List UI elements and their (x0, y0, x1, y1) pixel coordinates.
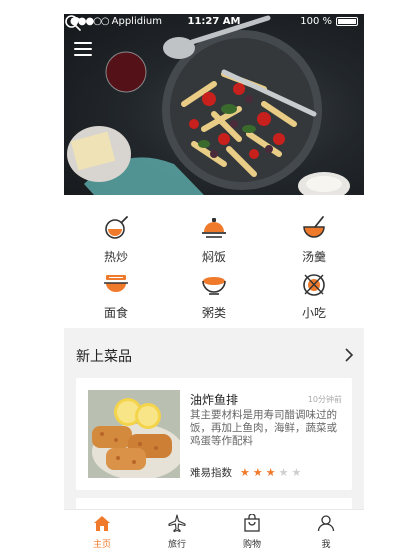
recipe-card[interactable]: 油炸鱼排 10分钟前 其主要材料是用寿司醋调味过的饭，再加上鱼肉，海鲜，蔬菜或鸡… (76, 378, 352, 490)
hero-food-illustration (67, 15, 350, 195)
tab-profile[interactable]: 我 (296, 514, 356, 548)
category-item-stir-fry[interactable]: 热炒 (76, 215, 156, 265)
noodles-icon (104, 275, 128, 292)
app-screen: ●●●○○ Applidium 11:27 AM 100 % 热炒 焖饭 汤羹 … (64, 14, 364, 548)
recipe-photo (88, 390, 180, 478)
tab-bar: 主页 旅行 购物 我 (64, 509, 364, 548)
star-empty-icon: ★ (291, 466, 302, 479)
new-dishes-header[interactable]: 新上菜品 (64, 338, 364, 376)
star-rating: ★ ★ ★ ★ ★ (240, 467, 301, 478)
tab-home[interactable]: 主页 (72, 514, 132, 548)
category-item-porridge[interactable]: 粥类 (174, 271, 254, 321)
rice-pot-icon (202, 218, 226, 238)
difficulty-rating: 难易指数 ★ ★ ★ ★ ★ (190, 465, 301, 480)
airplane-icon (168, 514, 186, 533)
menu-icon[interactable] (74, 42, 92, 56)
recipe-timestamp: 10分钟前 (307, 395, 342, 404)
tab-label: 旅行 (167, 540, 186, 548)
recipe-description: 其主要材料是用寿司醋调味过的饭，再加上鱼肉，海鲜，蔬菜或鸡蛋等作配料 (190, 409, 337, 447)
category-label: 小吃 (301, 306, 326, 320)
category-label: 面食 (103, 306, 128, 320)
battery-icon (336, 17, 358, 26)
shopping-bag-icon (244, 513, 260, 532)
difficulty-label: 难易指数 (190, 467, 232, 479)
category-item-noodles[interactable]: 面食 (76, 271, 156, 321)
category-item-snacks[interactable]: 小吃 (274, 271, 354, 321)
home-icon (94, 516, 110, 531)
category-grid: 热炒 焖饭 汤羹 面食 粥类 小吃 (64, 195, 364, 328)
tab-shopping[interactable]: 购物 (222, 513, 282, 548)
category-item-braised-rice[interactable]: 焖饭 (174, 215, 254, 265)
category-label: 热炒 (103, 250, 128, 264)
star-filled-icon: ★ (240, 466, 250, 479)
category-label: 焖饭 (201, 250, 226, 264)
tab-travel[interactable]: 旅行 (147, 514, 207, 548)
soup-icon (303, 216, 325, 238)
section-title: 新上菜品 (76, 349, 132, 365)
star-empty-icon: ★ (278, 466, 289, 479)
person-icon (317, 515, 335, 532)
category-item-soup[interactable]: 汤羹 (274, 215, 354, 265)
recipe-title: 油炸鱼排 (190, 393, 239, 407)
hero-banner-image[interactable]: ●●●○○ Applidium 11:27 AM 100 % (64, 14, 364, 195)
porridge-bowl-icon (202, 277, 226, 295)
battery-percent: 100 % (300, 16, 332, 27)
chevron-right-icon[interactable] (342, 347, 356, 363)
tab-label: 我 (321, 540, 331, 548)
category-label: 汤羹 (301, 250, 326, 264)
search-icon[interactable] (64, 14, 82, 32)
tab-label: 购物 (242, 540, 261, 548)
fried-fish-image (88, 390, 180, 478)
wok-icon (105, 216, 128, 239)
category-label: 粥类 (201, 306, 226, 320)
star-filled-icon: ★ (265, 466, 276, 479)
tab-label: 主页 (92, 540, 111, 548)
status-bar: ●●●○○ Applidium 11:27 AM 100 % (64, 14, 364, 30)
snack-icon (303, 274, 325, 296)
star-filled-icon: ★ (252, 466, 263, 479)
